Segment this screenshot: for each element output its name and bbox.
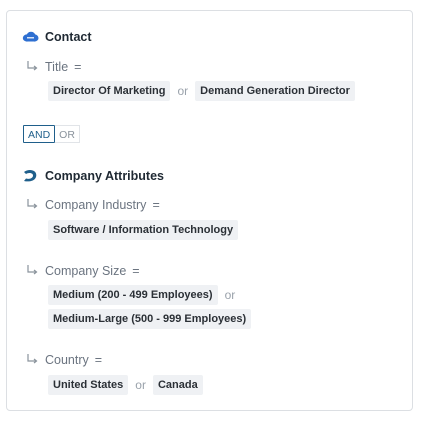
- filter-value-tag[interactable]: Software / Information Technology: [48, 220, 239, 240]
- country-field-row: Country =: [25, 353, 102, 367]
- industry-values: Software / Information Technology: [48, 220, 239, 240]
- size-values-row-2: Medium-Large (500 - 999 Employees): [48, 309, 252, 329]
- industry-operator: =: [152, 198, 160, 212]
- salesforce-cloud-icon: [22, 30, 40, 44]
- industry-field-row: Company Industry =: [25, 198, 160, 212]
- branch-arrow-icon: [25, 353, 41, 367]
- industry-field-label: Company Industry: [45, 198, 147, 212]
- contact-section-title: Contact: [22, 30, 92, 44]
- size-values-row-1: Medium (200 - 499 Employees) or: [48, 285, 242, 305]
- size-field-label: Company Size: [45, 264, 127, 278]
- logic-toggle: AND OR: [23, 125, 80, 143]
- branch-arrow-icon: [25, 60, 41, 74]
- company-logo-icon: [22, 169, 40, 183]
- or-joiner: or: [135, 378, 146, 392]
- country-values: United States or Canada: [48, 375, 203, 395]
- company-section-title: Company Attributes: [22, 169, 164, 183]
- contact-section-label: Contact: [45, 30, 92, 44]
- size-field-row: Company Size =: [25, 264, 140, 278]
- filter-value-tag[interactable]: Canada: [152, 375, 203, 395]
- branch-arrow-icon: [25, 264, 41, 278]
- title-operator: =: [74, 60, 82, 74]
- title-values: Director Of Marketing or Demand Generati…: [48, 81, 355, 101]
- branch-arrow-icon: [25, 198, 41, 212]
- segment-filter-card: Contact Title = Director Of Marketing or…: [6, 10, 413, 411]
- title-field-row: Title =: [25, 60, 81, 74]
- country-field-label: Country: [45, 353, 89, 367]
- size-operator: =: [132, 264, 140, 278]
- company-section-label: Company Attributes: [45, 169, 164, 183]
- title-field-label: Title: [45, 60, 69, 74]
- filter-value-tag[interactable]: Medium-Large (500 - 999 Employees): [48, 309, 252, 329]
- country-operator: =: [94, 353, 103, 367]
- filter-value-tag[interactable]: Medium (200 - 499 Employees): [48, 285, 218, 305]
- filter-value-tag[interactable]: Demand Generation Director: [195, 81, 355, 101]
- or-joiner: or: [224, 288, 236, 302]
- and-button[interactable]: AND: [23, 125, 56, 143]
- or-button[interactable]: OR: [55, 125, 80, 143]
- or-joiner: or: [177, 84, 189, 98]
- filter-value-tag[interactable]: United States: [48, 375, 129, 395]
- filter-value-tag[interactable]: Director Of Marketing: [48, 81, 171, 101]
